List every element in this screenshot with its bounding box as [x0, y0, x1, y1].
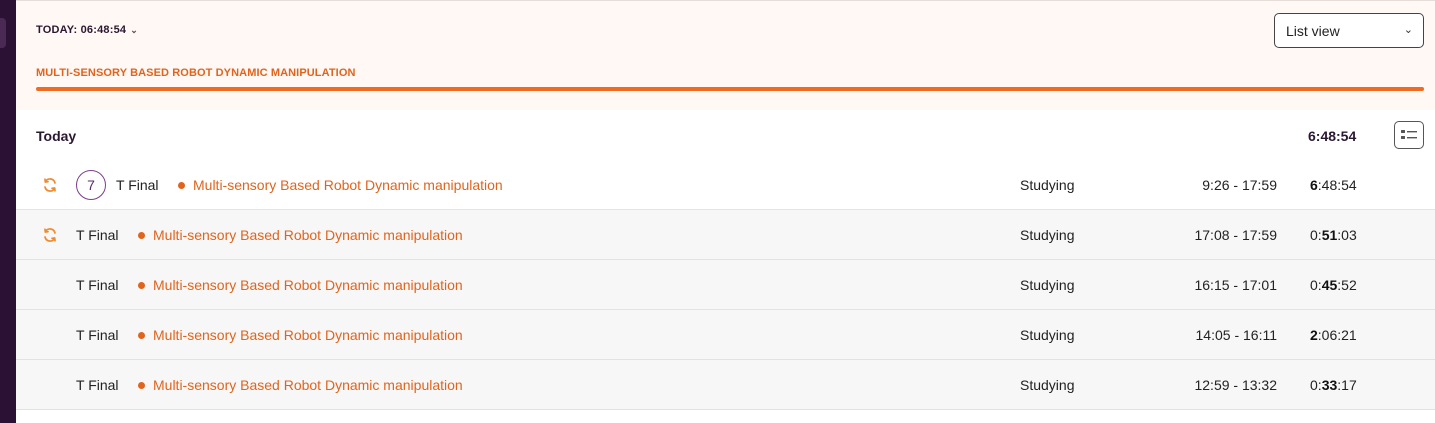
- sidebar-collapse-handle[interactable]: [0, 18, 6, 48]
- entry-duration[interactable]: 0:33:17: [1310, 377, 1357, 393]
- entry-time-range[interactable]: 12:59 - 13:32: [1156, 377, 1277, 393]
- chevron-down-icon: ⌄: [1403, 24, 1413, 36]
- entry-project[interactable]: Multi-sensory Based Robot Dynamic manipu…: [138, 227, 463, 243]
- entry-time-range[interactable]: 14:05 - 16:11: [1156, 327, 1277, 343]
- entry-project-name: Multi-sensory Based Robot Dynamic manipu…: [153, 377, 463, 393]
- day-group-title: Today: [36, 128, 77, 144]
- entry-duration[interactable]: 0:45:52: [1310, 277, 1357, 293]
- duration-prefix: 0:: [1310, 377, 1322, 393]
- entry-duration[interactable]: 0:51:03: [1310, 227, 1357, 243]
- entry-description[interactable]: T Final: [116, 177, 159, 193]
- project-color-dot: [178, 181, 185, 189]
- entry-project[interactable]: Multi-sensory Based Robot Dynamic manipu…: [138, 327, 463, 343]
- duration-prefix: 0:: [1310, 227, 1322, 243]
- duration-rest: :48:54: [1317, 177, 1357, 193]
- time-entry-row[interactable]: T Final Multi-sensory Based Robot Dynamic…: [16, 310, 1435, 360]
- time-entry-row[interactable]: T Final Multi-sensory Based Robot Dynamic…: [16, 360, 1435, 410]
- entry-project[interactable]: Multi-sensory Based Robot Dynamic manipu…: [138, 377, 463, 393]
- duration-emphasis: 33: [1321, 377, 1338, 393]
- project-color-dot: [138, 281, 145, 289]
- duration-rest: :52: [1337, 277, 1357, 293]
- entry-tag[interactable]: Studying: [1020, 277, 1074, 293]
- left-sidebar-rail: [0, 0, 16, 423]
- project-color-dot: [138, 331, 145, 339]
- project-share-bar: [36, 87, 1424, 91]
- time-entry-row[interactable]: T Final Multi-sensory Based Robot Dynamic…: [16, 260, 1435, 310]
- entry-tag[interactable]: Studying: [1020, 327, 1074, 343]
- view-mode-select[interactable]: List view ⌄: [1274, 13, 1424, 48]
- entry-time-range[interactable]: 9:26 - 17:59: [1156, 177, 1277, 193]
- duration-rest: :06:21: [1317, 327, 1357, 343]
- entry-description[interactable]: T Final: [76, 277, 119, 293]
- entry-description[interactable]: T Final: [76, 227, 119, 243]
- entry-tag[interactable]: Studying: [1020, 177, 1074, 193]
- sync-icon[interactable]: [42, 227, 58, 243]
- sync-icon[interactable]: [42, 177, 58, 193]
- entry-project-name: Multi-sensory Based Robot Dynamic manipu…: [193, 177, 503, 193]
- time-entry-list: 7 T Final Multi-sensory Based Robot Dynami…: [16, 160, 1435, 410]
- duration-prefix: 0:: [1310, 277, 1322, 293]
- list-icon: [1401, 130, 1417, 139]
- chevron-down-icon: ⌄: [130, 24, 138, 35]
- entry-project[interactable]: Multi-sensory Based Robot Dynamic manipu…: [178, 177, 503, 193]
- duration-emphasis: 51: [1321, 227, 1338, 243]
- timer-header: TODAY: 06:48:54 ⌄ List view ⌄ MULTI-SENS…: [16, 0, 1435, 110]
- entry-project-name: Multi-sensory Based Robot Dynamic manipu…: [153, 227, 463, 243]
- entry-project-name: Multi-sensory Based Robot Dynamic manipu…: [153, 327, 463, 343]
- duration-rest: :17: [1337, 377, 1357, 393]
- project-color-dot: [138, 381, 145, 389]
- view-mode-value: List view: [1286, 22, 1340, 39]
- entry-time-range[interactable]: 16:15 - 17:01: [1156, 277, 1277, 293]
- timer-main-panel: TODAY: 06:48:54 ⌄ List view ⌄ MULTI-SENS…: [16, 0, 1435, 423]
- entry-project-name: Multi-sensory Based Robot Dynamic manipu…: [153, 277, 463, 293]
- entry-description[interactable]: T Final: [76, 327, 119, 343]
- project-color-dot: [138, 231, 145, 239]
- entry-duration[interactable]: 6:48:54: [1310, 177, 1357, 193]
- entry-tag[interactable]: Studying: [1020, 377, 1074, 393]
- entry-project[interactable]: Multi-sensory Based Robot Dynamic manipu…: [138, 277, 463, 293]
- bulk-edit-button[interactable]: [1394, 121, 1424, 149]
- duration-emphasis: 6: [1310, 177, 1318, 193]
- time-entry-row[interactable]: T Final Multi-sensory Based Robot Dynamic…: [16, 210, 1435, 260]
- duration-emphasis: 45: [1321, 277, 1338, 293]
- entry-duration[interactable]: 2:06:21: [1310, 327, 1357, 343]
- entry-time-range[interactable]: 17:08 - 17:59: [1156, 227, 1277, 243]
- duration-emphasis: 2: [1310, 327, 1318, 343]
- day-group-header: Today 6:48:54: [16, 110, 1435, 160]
- entry-tag[interactable]: Studying: [1020, 227, 1074, 243]
- time-entry-row[interactable]: 7 T Final Multi-sensory Based Robot Dynami…: [16, 160, 1435, 210]
- day-group-total: 6:48:54: [1308, 128, 1357, 144]
- entry-count-badge[interactable]: 7: [76, 170, 106, 200]
- today-total-label: TODAY: 06:48:54: [36, 24, 127, 36]
- entry-description[interactable]: T Final: [76, 377, 119, 393]
- duration-rest: :03: [1337, 227, 1357, 243]
- project-summary-label: MULTI-SENSORY BASED ROBOT DYNAMIC MANIPU…: [36, 67, 356, 79]
- today-total-toggle[interactable]: TODAY: 06:48:54 ⌄: [36, 24, 138, 36]
